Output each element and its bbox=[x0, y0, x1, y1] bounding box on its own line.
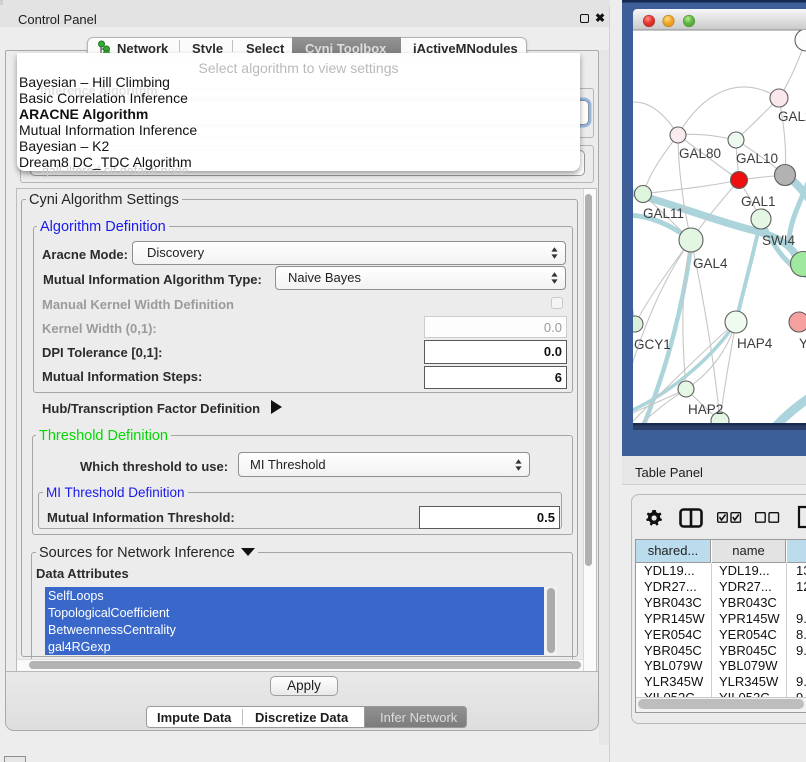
svg-text:Y: Y bbox=[799, 336, 806, 351]
svg-text:HAP4: HAP4 bbox=[737, 336, 773, 351]
svg-text:GAL10: GAL10 bbox=[736, 151, 778, 166]
svg-text:GAL2: GAL2 bbox=[778, 109, 806, 124]
svg-text:GAL80: GAL80 bbox=[679, 146, 721, 161]
svg-text:GAL11: GAL11 bbox=[643, 206, 684, 221]
svg-text:SWI4: SWI4 bbox=[762, 233, 795, 248]
svg-text:GAL4: GAL4 bbox=[693, 256, 728, 271]
svg-text:HAP2: HAP2 bbox=[688, 402, 723, 417]
svg-text:GAL1: GAL1 bbox=[741, 194, 776, 209]
svg-text:GCY1: GCY1 bbox=[634, 337, 671, 352]
